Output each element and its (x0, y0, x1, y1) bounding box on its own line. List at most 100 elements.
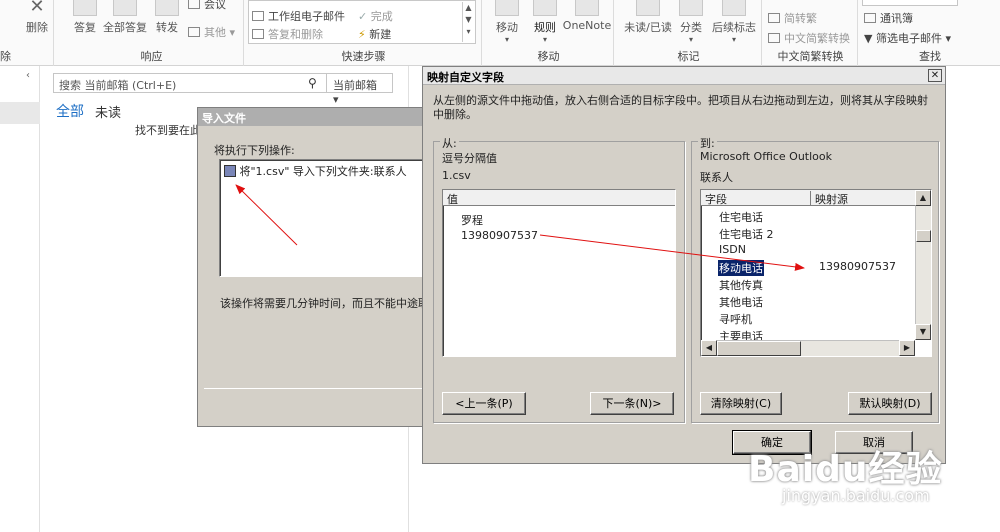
find-group: 通讯簿 ▼ 筛选电子邮件 ▾ 查找 (860, 0, 1000, 66)
reply-delete-icon (252, 29, 264, 39)
target-field-row-selected[interactable]: 移动电话 (718, 260, 764, 276)
source-value-row[interactable]: 13980907537 (461, 229, 538, 242)
onenote-button[interactable]: OneNote (562, 0, 612, 32)
move-group-label: 移动 (537, 50, 560, 63)
dialog-divider (204, 388, 426, 389)
quickstep-new[interactable]: ⚡ 新建 (358, 26, 391, 42)
action-checkbox[interactable] (224, 165, 236, 177)
team-email-icon (252, 11, 264, 21)
quickstep-team-email[interactable]: 工作组电子邮件 (252, 8, 345, 24)
import-dialog-title: 导入文件 (198, 108, 424, 126)
followup-dropdown-icon: ▾ (731, 35, 736, 44)
search-people-input[interactable] (862, 0, 958, 6)
reply-all-button[interactable]: 全部答复 (100, 0, 150, 35)
mapped-source-value: 13980907537 (819, 260, 896, 273)
empty-list-message: 找不到要在此 (135, 124, 201, 137)
fields-vertical-scrollbar[interactable]: ▲ ▼ (915, 190, 931, 340)
categorize-icon (679, 0, 703, 16)
more-respond-button[interactable]: 其他 ▾ (188, 24, 235, 40)
ribbon: ✕ 删除 除 答复 全部答复 转发 会议 其他 ▾ 响应 工作组电子邮件 答复和… (0, 0, 1000, 66)
close-icon[interactable]: ✕ (928, 69, 942, 82)
next-record-button[interactable]: 下一条(N)> (590, 392, 674, 415)
target-field-row[interactable]: 住宅电话 2 (719, 226, 774, 242)
delete-group-label: 除 (0, 50, 11, 63)
flag-icon (722, 0, 746, 16)
hscroll-thumb[interactable] (717, 341, 801, 356)
quicksteps-group: 工作组电子邮件 答复和删除 ✓ 完成 ⚡ 新建 ▲ ▼ ▾ 快速步骤 (246, 0, 482, 66)
baidu-watermark-url: jingyan.baidu.com (782, 486, 930, 505)
search-input[interactable]: 搜索 当前邮箱 (Ctrl+E) (59, 77, 176, 93)
import-actions-list[interactable]: 将"1.csv" 导入下列文件夹:联系人 (219, 159, 429, 277)
convert-icon (768, 13, 780, 23)
settings-convert-icon (768, 33, 780, 43)
tags-group-label: 标记 (677, 50, 700, 63)
to-traditional-button[interactable]: 简转繁 (768, 10, 817, 26)
delete-icon: ✕ (29, 0, 45, 17)
forward-button[interactable]: 转发 (150, 0, 184, 35)
target-fields-list[interactable]: 字段 映射源 住宅电话 住宅电话 2 ISDN 移动电话 13980907537… (700, 189, 932, 357)
target-folder: 联系人 (700, 171, 733, 184)
scroll-left-icon[interactable]: ◀ (701, 340, 717, 356)
scroll-up-icon[interactable]: ▲ (915, 190, 931, 206)
categorize-button[interactable]: 分类 ▾ (676, 0, 706, 44)
meeting-button[interactable]: 会议 (188, 0, 226, 12)
map-custom-fields-dialog: 映射自定义字段 ✕ 从左侧的源文件中拖动值，放入右侧合适的目标字段中。把项目从右… (422, 66, 946, 464)
search-box[interactable]: 搜索 当前邮箱 (Ctrl+E) ⚲ 当前邮箱 ▾ (53, 73, 393, 106)
chinese-convert-button[interactable]: 中文简繁转换 (768, 30, 850, 46)
target-field-row[interactable]: 其他电话 (719, 294, 763, 310)
target-app: Microsoft Office Outlook (700, 150, 832, 163)
import-action-item[interactable]: 将"1.csv" 导入下列文件夹:联系人 (224, 163, 407, 179)
onenote-icon (575, 0, 599, 16)
baidu-watermark-logo: Baidu经验 (748, 449, 943, 490)
clear-map-button[interactable]: 清除映射(C) (700, 392, 782, 415)
move-icon (495, 0, 519, 16)
reply-button[interactable]: 答复 (68, 0, 102, 35)
import-prompt: 将执行下列操作: (214, 144, 295, 157)
chinese-conv-group-label: 中文简繁转换 (777, 50, 844, 63)
quickstep-reply-delete[interactable]: 答复和删除 (252, 26, 323, 42)
delete-button[interactable]: ✕ 删除 (22, 0, 52, 35)
source-file: 1.csv (442, 169, 471, 182)
unread-read-button[interactable]: 未读/已读 (620, 0, 676, 35)
respond-group: 答复 全部答复 转发 会议 其他 ▾ 响应 (60, 0, 244, 66)
scroll-thumb[interactable] (916, 230, 931, 242)
target-field-row[interactable]: 其他传真 (719, 277, 763, 293)
address-book-button[interactable]: 通讯簿 (864, 10, 913, 26)
target-field-row[interactable]: ISDN (719, 243, 746, 256)
filter-tab-unread[interactable]: 未读 (95, 102, 121, 121)
to-groupbox: 到: Microsoft Office Outlook 联系人 字段 映射源 住… (691, 135, 939, 423)
search-scope-dropdown[interactable]: 当前邮箱 ▾ (326, 74, 392, 106)
scroll-down-icon[interactable]: ▼ (915, 324, 931, 340)
quickstep-done[interactable]: ✓ 完成 (358, 8, 393, 24)
move-button[interactable]: 移动 ▾ (490, 0, 524, 44)
rules-button[interactable]: 规则 ▾ (528, 0, 562, 44)
selected-folder-indicator[interactable] (0, 102, 40, 124)
source-type: 逗号分隔值 (442, 152, 497, 165)
check-icon: ✓ (358, 10, 371, 23)
scroll-right-icon[interactable]: ▶ (899, 340, 915, 356)
previous-record-button[interactable]: <上一条(P) (442, 392, 526, 415)
default-map-button[interactable]: 默认映射(D) (848, 392, 932, 415)
more-icon (188, 27, 200, 37)
collapse-chevron-icon[interactable]: ‹ (26, 70, 30, 81)
filter-tab-all[interactable]: 全部 (56, 101, 84, 121)
followup-button[interactable]: 后续标志 ▾ (708, 0, 760, 44)
move-group: 移动 ▾ 规则 ▾ OneNote 移动 (484, 0, 614, 66)
source-value-row[interactable]: 罗程 (461, 212, 483, 228)
quicksteps-group-label: 快速步骤 (341, 50, 386, 63)
folder-pane-collapsed (0, 66, 40, 532)
source-values-list[interactable]: 值 罗程 13980907537 (442, 189, 676, 357)
fields-horizontal-scrollbar[interactable]: ◀ ▶ (701, 340, 915, 356)
target-field-row[interactable]: 住宅电话 (719, 209, 763, 225)
respond-group-label: 响应 (140, 50, 163, 63)
envelope-icon (636, 0, 660, 16)
filter-email-button[interactable]: ▼ 筛选电子邮件 ▾ (864, 30, 951, 46)
target-field-row[interactable]: 寻呼机 (719, 311, 752, 327)
forward-icon (155, 0, 179, 16)
gallery-scroll[interactable]: ▲ ▼ ▾ (462, 2, 474, 42)
funnel-icon: ▼ (864, 32, 876, 45)
search-icon[interactable]: ⚲ (308, 76, 317, 90)
from-groupbox: 从: 逗号分隔值 1.csv 值 罗程 13980907537 <上一条(P) … (433, 135, 685, 423)
reply-icon (73, 0, 97, 16)
value-column-header: 值 (447, 193, 458, 206)
